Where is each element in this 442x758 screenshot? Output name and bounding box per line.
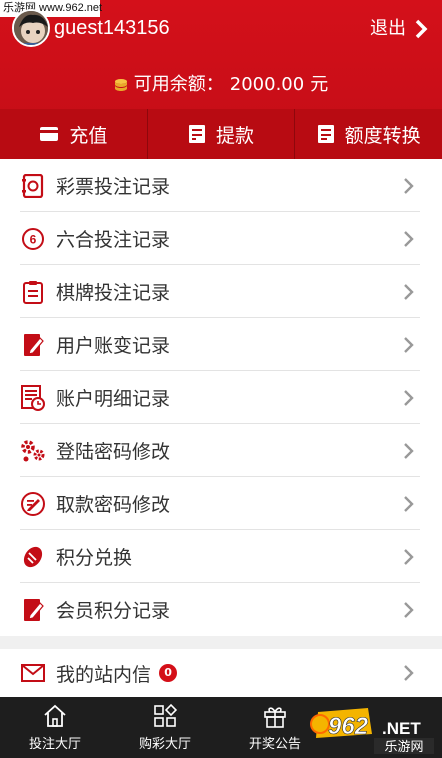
logout-button[interactable]: 退出 xyxy=(370,17,428,41)
menu-item-lottery-record[interactable]: 彩票投注记录 xyxy=(0,159,442,212)
clipboard-icon xyxy=(20,279,46,305)
menu-item-messages[interactable]: 我的站内信 0 xyxy=(0,649,442,697)
tab-label: 购彩大厅 xyxy=(138,737,191,752)
menu-label: 我的站内信 xyxy=(56,663,152,686)
withdraw-icon xyxy=(189,125,205,143)
transfer-icon xyxy=(317,125,334,143)
avatar[interactable] xyxy=(12,9,50,47)
balance-amount: 2000.00 xyxy=(229,74,305,95)
grid-icon xyxy=(154,703,178,727)
menu-item-withdraw-password[interactable]: 取款密码修改 xyxy=(0,477,442,530)
chevron-right-icon xyxy=(404,548,414,565)
chevron-right-icon xyxy=(415,19,428,39)
svg-text:6: 6 xyxy=(30,232,37,246)
menu-label: 用户账变记录 xyxy=(56,335,171,357)
logout-label: 退出 xyxy=(370,18,406,39)
home-icon xyxy=(44,704,66,727)
chevron-right-icon xyxy=(404,665,414,681)
menu-item-six-record[interactable]: 6 六合投注记录 xyxy=(0,212,442,265)
chevron-right-icon xyxy=(404,495,414,512)
card-icon xyxy=(40,127,59,141)
username: guest143156 xyxy=(54,17,170,39)
menu-label: 登陆密码修改 xyxy=(56,441,171,463)
chevron-right-icon xyxy=(404,442,414,459)
chevron-right-icon xyxy=(404,283,414,300)
statement-clock-icon xyxy=(20,384,46,411)
tab-label: 投注大厅 xyxy=(28,737,81,752)
menu-item-account-change[interactable]: 用户账变记录 xyxy=(0,318,442,371)
logo-cn-text: 乐游网 xyxy=(384,740,423,755)
gears-icon xyxy=(20,438,46,464)
chevron-right-icon xyxy=(404,389,414,406)
menu-label: 彩票投注记录 xyxy=(56,176,171,198)
exchange-icon xyxy=(20,544,46,570)
tab-betting-hall[interactable]: 投注大厅 xyxy=(0,697,110,758)
menu-item-points-record[interactable]: 会员积分记录 xyxy=(0,583,442,636)
gift-icon xyxy=(264,707,286,728)
menu-label: 会员积分记录 xyxy=(56,600,171,622)
recharge-button[interactable]: 充值 xyxy=(0,109,148,159)
menu-item-login-password[interactable]: 登陆密码修改 xyxy=(0,424,442,477)
balance-unit: 元 xyxy=(310,74,329,95)
unread-badge: 0 xyxy=(159,664,178,682)
transfer-button[interactable]: 额度转换 xyxy=(295,109,442,159)
menu-label: 取款密码修改 xyxy=(56,494,171,516)
menu-item-chess-record[interactable]: 棋牌投注记录 xyxy=(0,265,442,318)
coin-stack-icon xyxy=(114,79,127,91)
avatar-image xyxy=(14,11,48,45)
lottery-record-icon xyxy=(20,173,46,199)
logo-big-text: 962 xyxy=(328,713,369,740)
edit-circle-icon xyxy=(20,491,46,517)
menu-item-points-exchange[interactable]: 积分兑换 xyxy=(0,530,442,583)
chevron-right-icon xyxy=(404,177,414,194)
recharge-label: 充值 xyxy=(69,124,108,147)
balance-label: 可用余额： xyxy=(133,74,224,95)
logo-net-text: .NET xyxy=(382,719,421,738)
record-menu: 彩票投注记录 6 六合投注记录 棋牌投注记录 用户账变记录 账户明细记录 登陆密… xyxy=(0,159,442,636)
menu-label: 六合投注记录 xyxy=(56,229,171,251)
withdraw-label: 提款 xyxy=(216,124,255,147)
transfer-label: 额度转换 xyxy=(344,124,421,147)
six-circle-icon: 6 xyxy=(20,226,46,252)
menu-label: 账户明细记录 xyxy=(56,388,171,410)
balance-display: 可用余额： 2000.00 元 xyxy=(0,72,442,98)
menu-label: 棋牌投注记录 xyxy=(56,282,171,304)
withdraw-button[interactable]: 提款 xyxy=(148,109,296,159)
account-header: 乐游网 www.962.net guest143156 退出 可用余额： 200… xyxy=(0,0,442,159)
tab-label: 开奖公告 xyxy=(248,737,301,752)
962-logo-watermark: 962 .NET 乐游网 xyxy=(310,708,434,755)
notebook-pen-icon xyxy=(20,597,46,623)
chevron-right-icon xyxy=(404,601,414,618)
menu-item-account-detail[interactable]: 账户明细记录 xyxy=(0,371,442,424)
menu-label: 积分兑换 xyxy=(56,547,133,569)
chevron-right-icon xyxy=(404,336,414,353)
notebook-pen-icon xyxy=(20,332,46,358)
mail-icon xyxy=(20,660,46,686)
tab-lottery-hall[interactable]: 购彩大厅 xyxy=(110,697,220,758)
chevron-right-icon xyxy=(404,230,414,247)
account-actions: 充值 提款 额度转换 xyxy=(0,109,442,159)
